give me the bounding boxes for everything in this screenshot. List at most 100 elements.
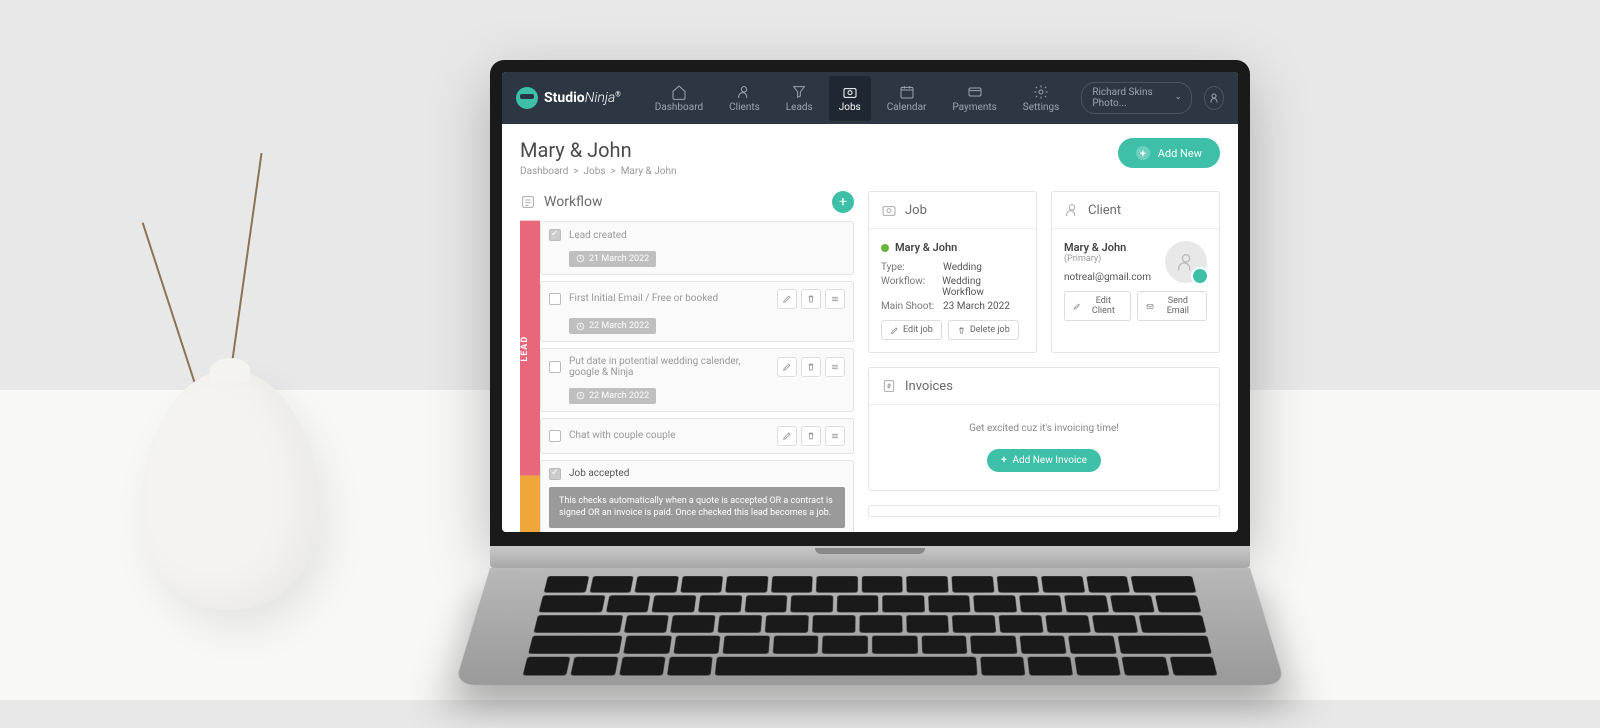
task-date-chip: 22 March 2022: [569, 318, 656, 334]
workflow-heading: Workflow: [520, 194, 603, 210]
pencil-icon: [890, 326, 899, 335]
drag-task-button[interactable]: [825, 426, 845, 446]
clock-icon: [576, 322, 585, 331]
page-title: Mary & John: [520, 138, 677, 162]
brand-logo[interactable]: StudioNinja®: [516, 87, 621, 109]
crumb-dashboard[interactable]: Dashboard: [520, 166, 568, 177]
nav-payments[interactable]: Payments: [942, 76, 1006, 121]
nav-clients[interactable]: Clients: [719, 76, 770, 121]
nav-dashboard[interactable]: Dashboard: [645, 76, 713, 121]
nav-settings[interactable]: Settings: [1013, 76, 1070, 121]
edit-task-button[interactable]: [777, 357, 797, 377]
trash-icon: [806, 294, 816, 304]
task-checkbox[interactable]: [549, 361, 561, 373]
drag-task-button[interactable]: [825, 357, 845, 377]
delete-task-button[interactable]: [801, 289, 821, 309]
delete-job-button[interactable]: Delete job: [948, 320, 1019, 340]
nav-leads[interactable]: Leads: [776, 76, 823, 121]
user-menu[interactable]: [1204, 86, 1224, 110]
next-card-peek: [868, 505, 1220, 517]
nav-calendar[interactable]: Calendar: [877, 76, 937, 121]
send-email-button[interactable]: Send Email: [1137, 291, 1207, 321]
pencil-icon: [782, 362, 792, 372]
top-navigation: StudioNinja® Dashboard Clients Leads Job…: [502, 72, 1238, 124]
account-dropdown[interactable]: Richard Skins Photo...: [1081, 82, 1192, 114]
delete-task-button[interactable]: [801, 357, 821, 377]
task-title: Put date in potential wedding calender, …: [569, 356, 769, 378]
pencil-icon: [782, 294, 792, 304]
job-card: Job Mary & John Type:Wedding Workflow:We…: [868, 191, 1037, 353]
job-card-heading: Job: [869, 192, 1036, 229]
task-title: Lead created: [569, 230, 845, 241]
home-icon: [671, 84, 687, 100]
task-item: Job accepted This checks automatically w…: [540, 460, 854, 533]
task-checkbox[interactable]: [549, 430, 561, 442]
task-title: First Initial Email / Free or booked: [569, 293, 769, 304]
pencil-icon: [1073, 302, 1081, 311]
edit-client-button[interactable]: Edit Client: [1064, 291, 1131, 321]
task-title: Chat with couple couple: [569, 430, 769, 441]
task-date-chip: 21 March 2022: [569, 251, 656, 267]
list-icon: [520, 194, 536, 210]
task-item: Put date in potential wedding calender, …: [540, 348, 854, 412]
edit-task-button[interactable]: [777, 289, 797, 309]
avatar[interactable]: [1165, 241, 1207, 283]
clock-icon: [576, 391, 585, 400]
laptop-mockup: StudioNinja® Dashboard Clients Leads Job…: [490, 60, 1250, 728]
drag-icon: [830, 431, 840, 441]
ninja-icon: [516, 87, 538, 109]
client-card: Client Mary & John (Primary) notreal@gma…: [1051, 191, 1220, 353]
trash-icon: [957, 326, 966, 335]
stage-label-lead: LEAD: [520, 221, 540, 476]
drag-task-button[interactable]: [825, 289, 845, 309]
task-item: Chat with couple couple: [540, 418, 854, 454]
gear-icon: [1033, 84, 1049, 100]
person-icon: [1208, 92, 1220, 104]
status-dot: [881, 244, 889, 252]
edit-task-button[interactable]: [777, 426, 797, 446]
pencil-icon: [782, 431, 792, 441]
add-new-button[interactable]: +Add New: [1118, 138, 1220, 168]
delete-task-button[interactable]: [801, 426, 821, 446]
trash-icon: [806, 431, 816, 441]
person-icon: [1175, 251, 1197, 273]
edit-job-button[interactable]: Edit job: [881, 320, 942, 340]
mail-icon: [1146, 302, 1154, 311]
breadcrumb: Dashboard > Jobs > Mary & John: [520, 166, 677, 177]
trash-icon: [806, 362, 816, 372]
invoice-empty-text: Get excited cuz it's invoicing time!: [881, 423, 1207, 434]
task-checkbox[interactable]: [549, 293, 561, 305]
nav-jobs[interactable]: Jobs: [829, 76, 871, 121]
client-card-heading: Client: [1052, 192, 1219, 229]
crumb-current: Mary & John: [621, 166, 677, 177]
calendar-icon: [899, 84, 915, 100]
drag-icon: [830, 294, 840, 304]
add-invoice-button[interactable]: +Add New Invoice: [987, 449, 1101, 472]
client-email: notreal@gmail.com: [1064, 272, 1155, 283]
drag-icon: [830, 362, 840, 372]
camera-icon: [881, 202, 897, 218]
client-role: (Primary): [1064, 254, 1155, 264]
add-workflow-step-button[interactable]: +: [832, 191, 854, 213]
camera-icon: [842, 84, 858, 100]
chevron-down-icon: [1175, 94, 1181, 102]
funnel-icon: [791, 84, 807, 100]
crumb-jobs[interactable]: Jobs: [584, 166, 606, 177]
card-icon: [967, 84, 983, 100]
task-checkbox[interactable]: [549, 229, 561, 241]
invoices-heading: Invoices: [869, 368, 1219, 405]
stage-label-job: [520, 476, 540, 532]
clock-icon: [576, 254, 585, 263]
dollar-icon: [881, 378, 897, 394]
user-icon: [736, 84, 752, 100]
task-item: First Initial Email / Free or booked 22 …: [540, 281, 854, 343]
task-checkbox[interactable]: [549, 468, 561, 480]
job-name: Mary & John: [881, 241, 1024, 254]
task-note: This checks automatically when a quote i…: [549, 487, 845, 528]
client-name: Mary & John: [1064, 241, 1155, 254]
task-date-chip: 22 March 2022: [569, 388, 656, 404]
user-icon: [1064, 202, 1080, 218]
invoices-card: Invoices Get excited cuz it's invoicing …: [868, 367, 1220, 491]
brand-text: StudioNinja®: [544, 90, 621, 106]
task-item: Lead created 21 March 2022: [540, 221, 854, 275]
